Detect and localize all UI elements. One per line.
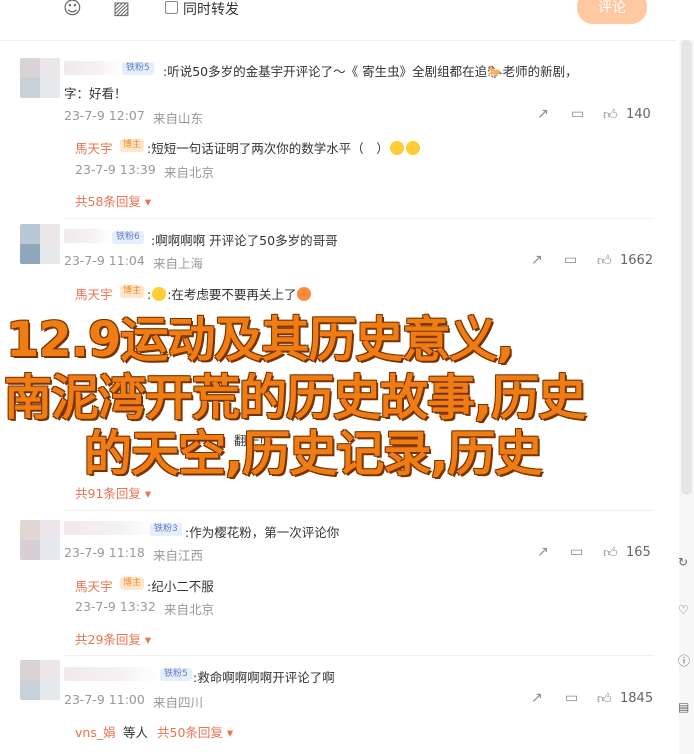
info-icon[interactable]: ⓘ — [678, 652, 690, 669]
more-replies-link[interactable]: 共91条回复 ▾ — [75, 483, 151, 502]
heart-icon[interactable]: ♡ — [678, 603, 689, 617]
share-icon[interactable]: ↗ — [537, 544, 549, 560]
post-comment-button[interactable]: 评论 — [577, 0, 647, 24]
like-count: 1662 — [620, 253, 654, 268]
fans-badge: 铁粉5 — [160, 668, 192, 681]
reply-text-partial: 翻一页 — [234, 433, 272, 448]
reply-location: 来自北京 — [164, 165, 215, 180]
comment-time: 23-7-9 11:04 — [64, 253, 145, 268]
more-replies-link[interactable]: 共29条回复 ▾ — [75, 629, 151, 648]
comment-location: 来自上海 — [153, 256, 204, 271]
like-count: 165 — [626, 545, 651, 560]
overlay-line-3: 的天空,历史记录,历史 — [84, 426, 542, 482]
fans-badge: 铁粉5 — [122, 62, 154, 75]
comment-location: 来自四川 — [153, 695, 204, 710]
avatar[interactable] — [20, 224, 60, 264]
username-blurred[interactable] — [64, 667, 160, 681]
avatar[interactable] — [20, 660, 60, 700]
author-badge: 博主 — [120, 285, 145, 298]
comment-time: 23-7-9 12:07 — [64, 108, 145, 123]
reply-username[interactable]: 馬天宇 — [75, 138, 113, 157]
more-replies-link[interactable]: 共50条回复 ▾ — [157, 722, 233, 741]
divider — [0, 40, 676, 41]
like-count: 1845 — [620, 691, 654, 706]
reply-icon[interactable]: ▭ — [564, 252, 577, 268]
like-icon[interactable]: 👍︎ — [597, 690, 612, 707]
reply-username[interactable]: 馬天宇 — [75, 284, 113, 303]
comment-location: 来自山东 — [153, 111, 204, 126]
laugh-emoji-icon — [405, 141, 420, 155]
like-icon[interactable]: 👍︎ — [597, 252, 612, 269]
fans-badge: 铁粉3 — [150, 523, 182, 536]
smile-icon[interactable]: ☺ — [63, 0, 82, 19]
comment-text: :啊啊啊啊 开评论了50多岁的哥哥 — [151, 233, 338, 248]
reply-icon[interactable]: ▭ — [571, 106, 584, 122]
like-icon[interactable]: 👍︎ — [603, 106, 618, 123]
share-icon[interactable]: ↗ — [537, 106, 549, 122]
author-badge: 博主 — [120, 139, 145, 152]
comment-text: :听说50多岁的金基宇开评论了～《 寄生虫》全剧组都在追🐎老师的新剧， — [163, 64, 578, 79]
comment-text-continued: 字：好看！ — [64, 86, 127, 101]
forward-label: 同时转发 — [183, 2, 239, 18]
author-badge: 博主 — [120, 577, 145, 590]
like-count: 140 — [626, 107, 651, 122]
reply-icon[interactable]: ▭ — [570, 544, 583, 560]
image-icon[interactable]: ▨ — [113, 0, 130, 19]
comment-time: 23-7-9 11:18 — [64, 545, 145, 560]
comment-text: :作为樱花粉，第一次评论你 — [185, 525, 340, 540]
reply-time: 23-7-9 13:32 — [75, 599, 156, 614]
username-blurred[interactable] — [64, 229, 112, 243]
more-replies-link[interactable]: 共58条回复 ▾ — [75, 191, 151, 210]
refresh-icon[interactable]: ↻ — [678, 555, 688, 569]
share-icon[interactable]: ↗ — [531, 252, 543, 268]
forward-checkbox[interactable] — [165, 1, 178, 14]
avatar[interactable] — [20, 58, 60, 98]
reply-icon[interactable]: ▭ — [565, 690, 578, 706]
reply-text: :纪小二不服 — [147, 579, 214, 594]
share-icon[interactable]: ↗ — [531, 690, 543, 706]
reply-text: ::在考虑要不要再关上了 — [147, 284, 312, 303]
overlay-line-1: 12.9运动及其历史意义, — [6, 312, 515, 368]
username-blurred[interactable] — [64, 61, 122, 75]
reply-username[interactable]: vns_娟 — [75, 722, 116, 741]
overlay-line-2: 南泥湾开荒的历史故事,历史 — [4, 370, 586, 426]
reply-text: :短短一句话证明了两次你的数学水平（ ） — [147, 138, 421, 157]
username-blurred[interactable] — [64, 521, 160, 535]
fans-badge: 铁粉6 — [112, 231, 144, 244]
comment-time: 23-7-9 11:00 — [64, 692, 145, 707]
reply-username[interactable]: 馬天宇 — [75, 576, 113, 595]
divider — [64, 218, 654, 219]
reply-location: 来自北京 — [164, 602, 215, 617]
scrollbar-thumb[interactable] — [681, 40, 692, 495]
laugh-emoji-icon — [389, 141, 404, 155]
divider — [64, 510, 654, 511]
laugh-emoji-icon — [297, 287, 312, 301]
reply-time: 23-7-9 13:39 — [75, 162, 156, 177]
think-emoji-icon — [152, 287, 167, 301]
avatar[interactable] — [20, 520, 60, 560]
divider — [64, 655, 654, 656]
comment-text: :救命啊啊啊啊开评论了啊 — [193, 670, 335, 685]
comment-toolbar: ☺ ▨ 同时转发 评论 — [0, 0, 694, 26]
reply-summary-text: 等人 — [123, 725, 149, 740]
document-icon[interactable]: ▤ — [678, 700, 689, 714]
like-icon[interactable]: 👍︎ — [603, 544, 618, 561]
comment-location: 来自江西 — [153, 548, 204, 563]
